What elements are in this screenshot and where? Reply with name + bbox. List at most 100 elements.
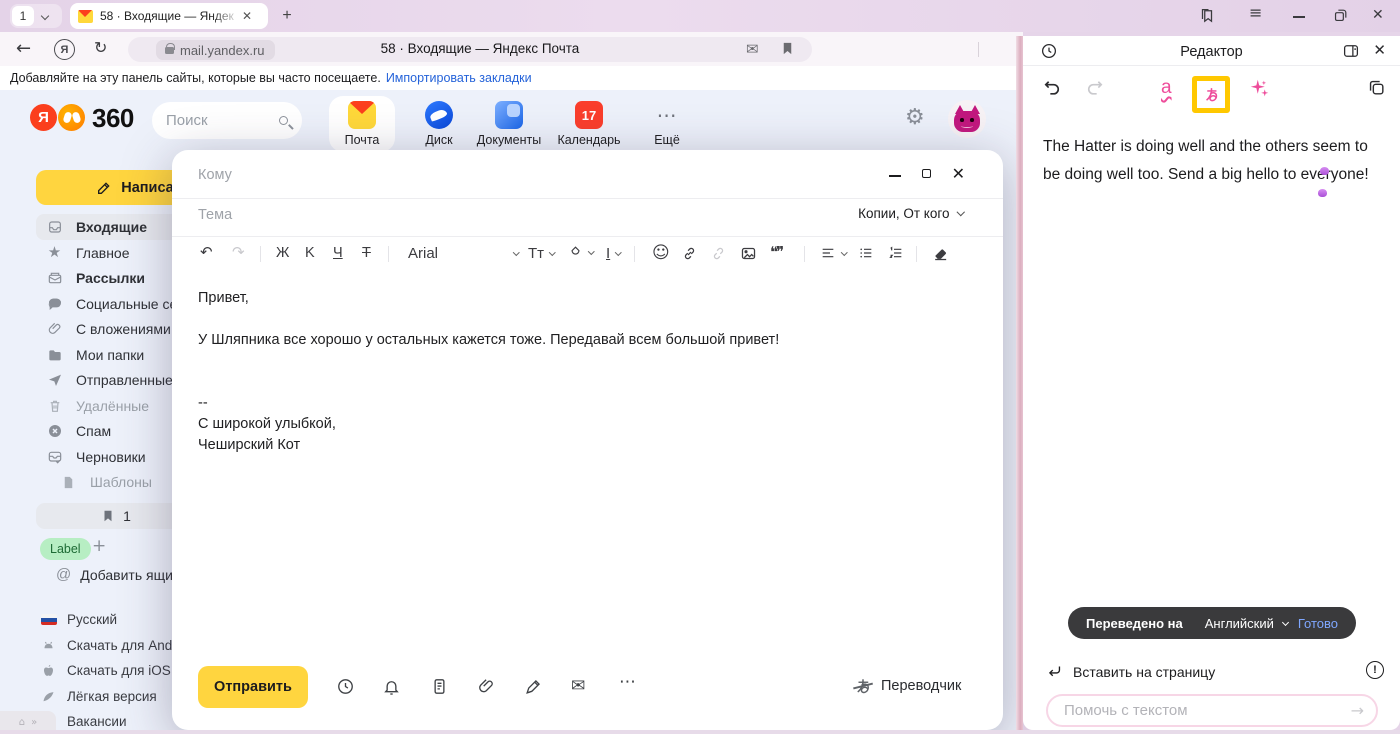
translated-text[interactable]: The Hatter is doing well and the others … xyxy=(1043,133,1379,188)
info-alert-icon[interactable]: ! xyxy=(1366,661,1384,679)
yandex-browser-icon[interactable]: Я xyxy=(54,39,75,60)
spellcheck-icon[interactable]: a xyxy=(1161,77,1172,99)
font-family-select[interactable]: Arial xyxy=(408,245,518,262)
more-actions-icon[interactable]: ⋯ xyxy=(619,674,637,691)
submit-arrow-icon[interactable]: → xyxy=(1351,703,1364,719)
align-button[interactable] xyxy=(820,245,847,261)
toolbar-divider xyxy=(978,42,979,57)
refresh-icon[interactable]: ↻ xyxy=(94,40,107,56)
search-icon[interactable] xyxy=(279,116,288,125)
copy-icon[interactable] xyxy=(1367,78,1386,97)
translator-button[interactable]: Переводчик xyxy=(854,677,961,695)
chevron-down-icon xyxy=(1282,618,1289,625)
to-field[interactable]: Кому xyxy=(198,167,232,183)
mail-favicon-icon xyxy=(78,10,93,23)
yandex-logo-icon[interactable]: Я xyxy=(30,104,57,131)
add-label-icon[interactable]: + xyxy=(92,538,106,555)
strikethrough-button[interactable]: Т xyxy=(362,245,371,261)
window-restore-button[interactable] xyxy=(1332,7,1349,24)
attach-mail-icon[interactable]: ✉ xyxy=(571,678,585,695)
panel-redo-icon[interactable] xyxy=(1085,78,1105,98)
tab-group-badge[interactable]: 1 xyxy=(10,4,62,28)
attach-from-disk-icon[interactable] xyxy=(524,677,543,696)
notify-bell-icon[interactable] xyxy=(382,677,401,696)
fill-color-button[interactable] xyxy=(568,245,594,260)
underline-button[interactable]: Ч xyxy=(333,245,343,261)
app-calendar[interactable]: 17 Календарь xyxy=(556,96,622,152)
compose-body[interactable]: Привет, У Шляпника все хорошо у остальны… xyxy=(198,288,838,456)
window-close-button[interactable]: ✕ xyxy=(1372,8,1384,22)
ai-sparkles-icon[interactable] xyxy=(1249,78,1270,99)
label-tag[interactable]: Label xyxy=(40,538,91,560)
gear-icon[interactable]: ⚙ xyxy=(905,107,925,129)
mail-app-icon xyxy=(348,101,376,129)
language-select[interactable]: Английский xyxy=(1205,616,1288,631)
cat-face-icon xyxy=(954,111,980,132)
browser-toolbar: ← Я ↻ mail.yandex.ru 58 · Входящие — Янд… xyxy=(0,32,1023,66)
app-mail[interactable]: Почта xyxy=(329,96,395,152)
disk-app-icon xyxy=(425,101,453,129)
tab-close-icon[interactable]: ✕ xyxy=(242,10,252,22)
app-disk[interactable]: Диск xyxy=(406,96,472,152)
subject-field[interactable]: Тема xyxy=(198,207,232,223)
send-button[interactable]: Отправить xyxy=(198,666,308,708)
browser-menu-icon[interactable]: ≡ xyxy=(1249,5,1262,21)
bookmark-icon[interactable] xyxy=(780,41,795,56)
bookmarks-hint: Добавляйте на эту панель сайты, которые … xyxy=(10,71,381,85)
spam-icon xyxy=(46,423,63,439)
insert-arrow-icon xyxy=(1046,663,1063,680)
unlink-icon[interactable] xyxy=(710,245,727,262)
add-mailbox-button[interactable]: @ Добавить ящик xyxy=(56,566,179,583)
back-icon[interactable]: ← xyxy=(16,40,31,58)
link-icon[interactable] xyxy=(681,245,698,262)
url-chip[interactable]: mail.yandex.ru xyxy=(156,40,275,60)
ai-prompt-box[interactable]: → xyxy=(1046,694,1378,727)
panel-divider-strip xyxy=(1016,36,1023,730)
compose-expand-icon[interactable] xyxy=(922,169,931,178)
open-in-window-icon[interactable] xyxy=(1342,42,1360,60)
emoji-icon[interactable]: ☺ xyxy=(652,245,670,262)
chat-icon xyxy=(46,296,63,312)
drafts-icon xyxy=(46,449,63,465)
eraser-icon[interactable] xyxy=(932,245,949,262)
compose-close-icon[interactable]: ✕ xyxy=(952,166,965,182)
avatar[interactable] xyxy=(948,100,986,138)
ai-prompt-input[interactable] xyxy=(1064,702,1351,719)
insert-to-page-button[interactable]: Вставить на страницу xyxy=(1046,663,1215,680)
import-bookmarks-link[interactable]: Импортировать закладки xyxy=(386,71,532,85)
attach-file-icon[interactable] xyxy=(477,677,496,696)
redo-icon[interactable]: ↷ xyxy=(232,245,245,260)
at-sign-icon: @ xyxy=(56,566,71,583)
compose-window: Кому ✕ Тема Копии, От кого ↶ ↷ Ж K Ч Т A… xyxy=(172,150,1003,730)
new-tab-button[interactable]: + xyxy=(276,5,298,27)
app-documents[interactable]: Документы xyxy=(476,96,542,152)
search-input[interactable] xyxy=(166,112,266,129)
translate-kana-icon[interactable] xyxy=(1203,86,1220,103)
undo-icon[interactable]: ↶ xyxy=(200,245,213,260)
quote-icon[interactable]: ❝❞ xyxy=(770,245,782,260)
app-more[interactable]: ⋯ Ещё xyxy=(634,96,700,152)
inbox-icon xyxy=(46,219,63,235)
panel-undo-icon[interactable] xyxy=(1042,78,1062,98)
window-minimize-button[interactable] xyxy=(1293,16,1305,18)
template-note-icon[interactable] xyxy=(430,677,449,696)
panel-close-icon[interactable]: ✕ xyxy=(1373,43,1386,58)
cc-from-toggle[interactable]: Копии, От кого xyxy=(858,206,963,221)
italic-button[interactable]: K xyxy=(305,245,315,261)
done-button[interactable]: Готово xyxy=(1298,616,1338,631)
bullet-list-icon[interactable] xyxy=(858,245,874,261)
url-text: mail.yandex.ru xyxy=(180,43,265,58)
browser-tab[interactable]: 58 · Входящие — Яндек ✕ xyxy=(70,3,268,29)
chevron-down-icon xyxy=(41,12,49,20)
bookmarks-panel-icon[interactable] xyxy=(1198,7,1216,25)
bold-button[interactable]: Ж xyxy=(276,245,289,261)
schedule-send-icon[interactable] xyxy=(336,677,355,696)
numbered-list-icon[interactable] xyxy=(888,245,904,261)
compose-minimize-icon[interactable] xyxy=(889,175,901,177)
android-icon xyxy=(40,638,57,653)
mail-notify-icon[interactable]: ✉ xyxy=(746,42,759,57)
image-icon[interactable] xyxy=(740,245,757,262)
mail-search-box[interactable] xyxy=(152,102,302,139)
font-size-select[interactable]: Tт xyxy=(528,245,555,262)
text-color-button[interactable]: I xyxy=(606,245,621,262)
